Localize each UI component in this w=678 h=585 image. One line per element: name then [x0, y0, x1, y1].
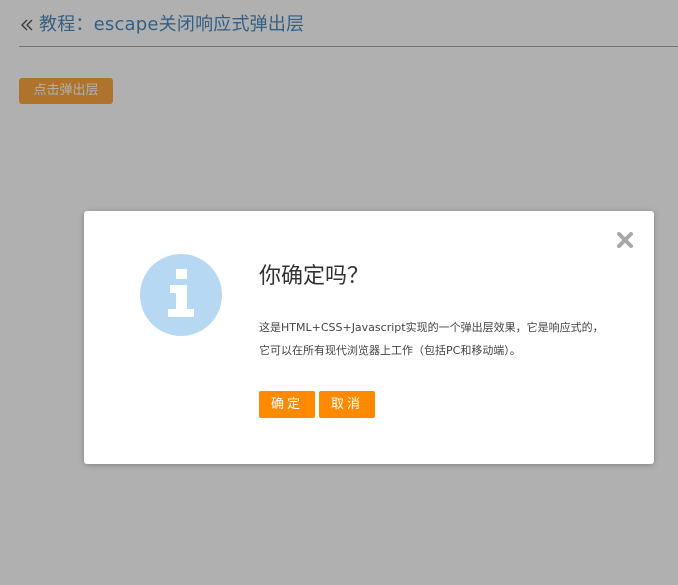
dialog-title: 你确定吗？	[259, 264, 370, 289]
confirm-button[interactable]: 确定	[259, 391, 315, 418]
dialog-message: 这是HTML+CSS+Javascript实现的一个弹出层效果，它是响应式的，它…	[259, 321, 604, 357]
confirm-dialog: 你确定吗？ 这是HTML+CSS+Javascript实现的一个弹出层效果，它是…	[84, 211, 654, 464]
close-x-icon[interactable]	[615, 230, 635, 250]
info-icon	[140, 254, 222, 336]
cancel-button[interactable]: 取消	[319, 391, 375, 418]
dialog-actions: 确定 取消	[259, 391, 375, 418]
